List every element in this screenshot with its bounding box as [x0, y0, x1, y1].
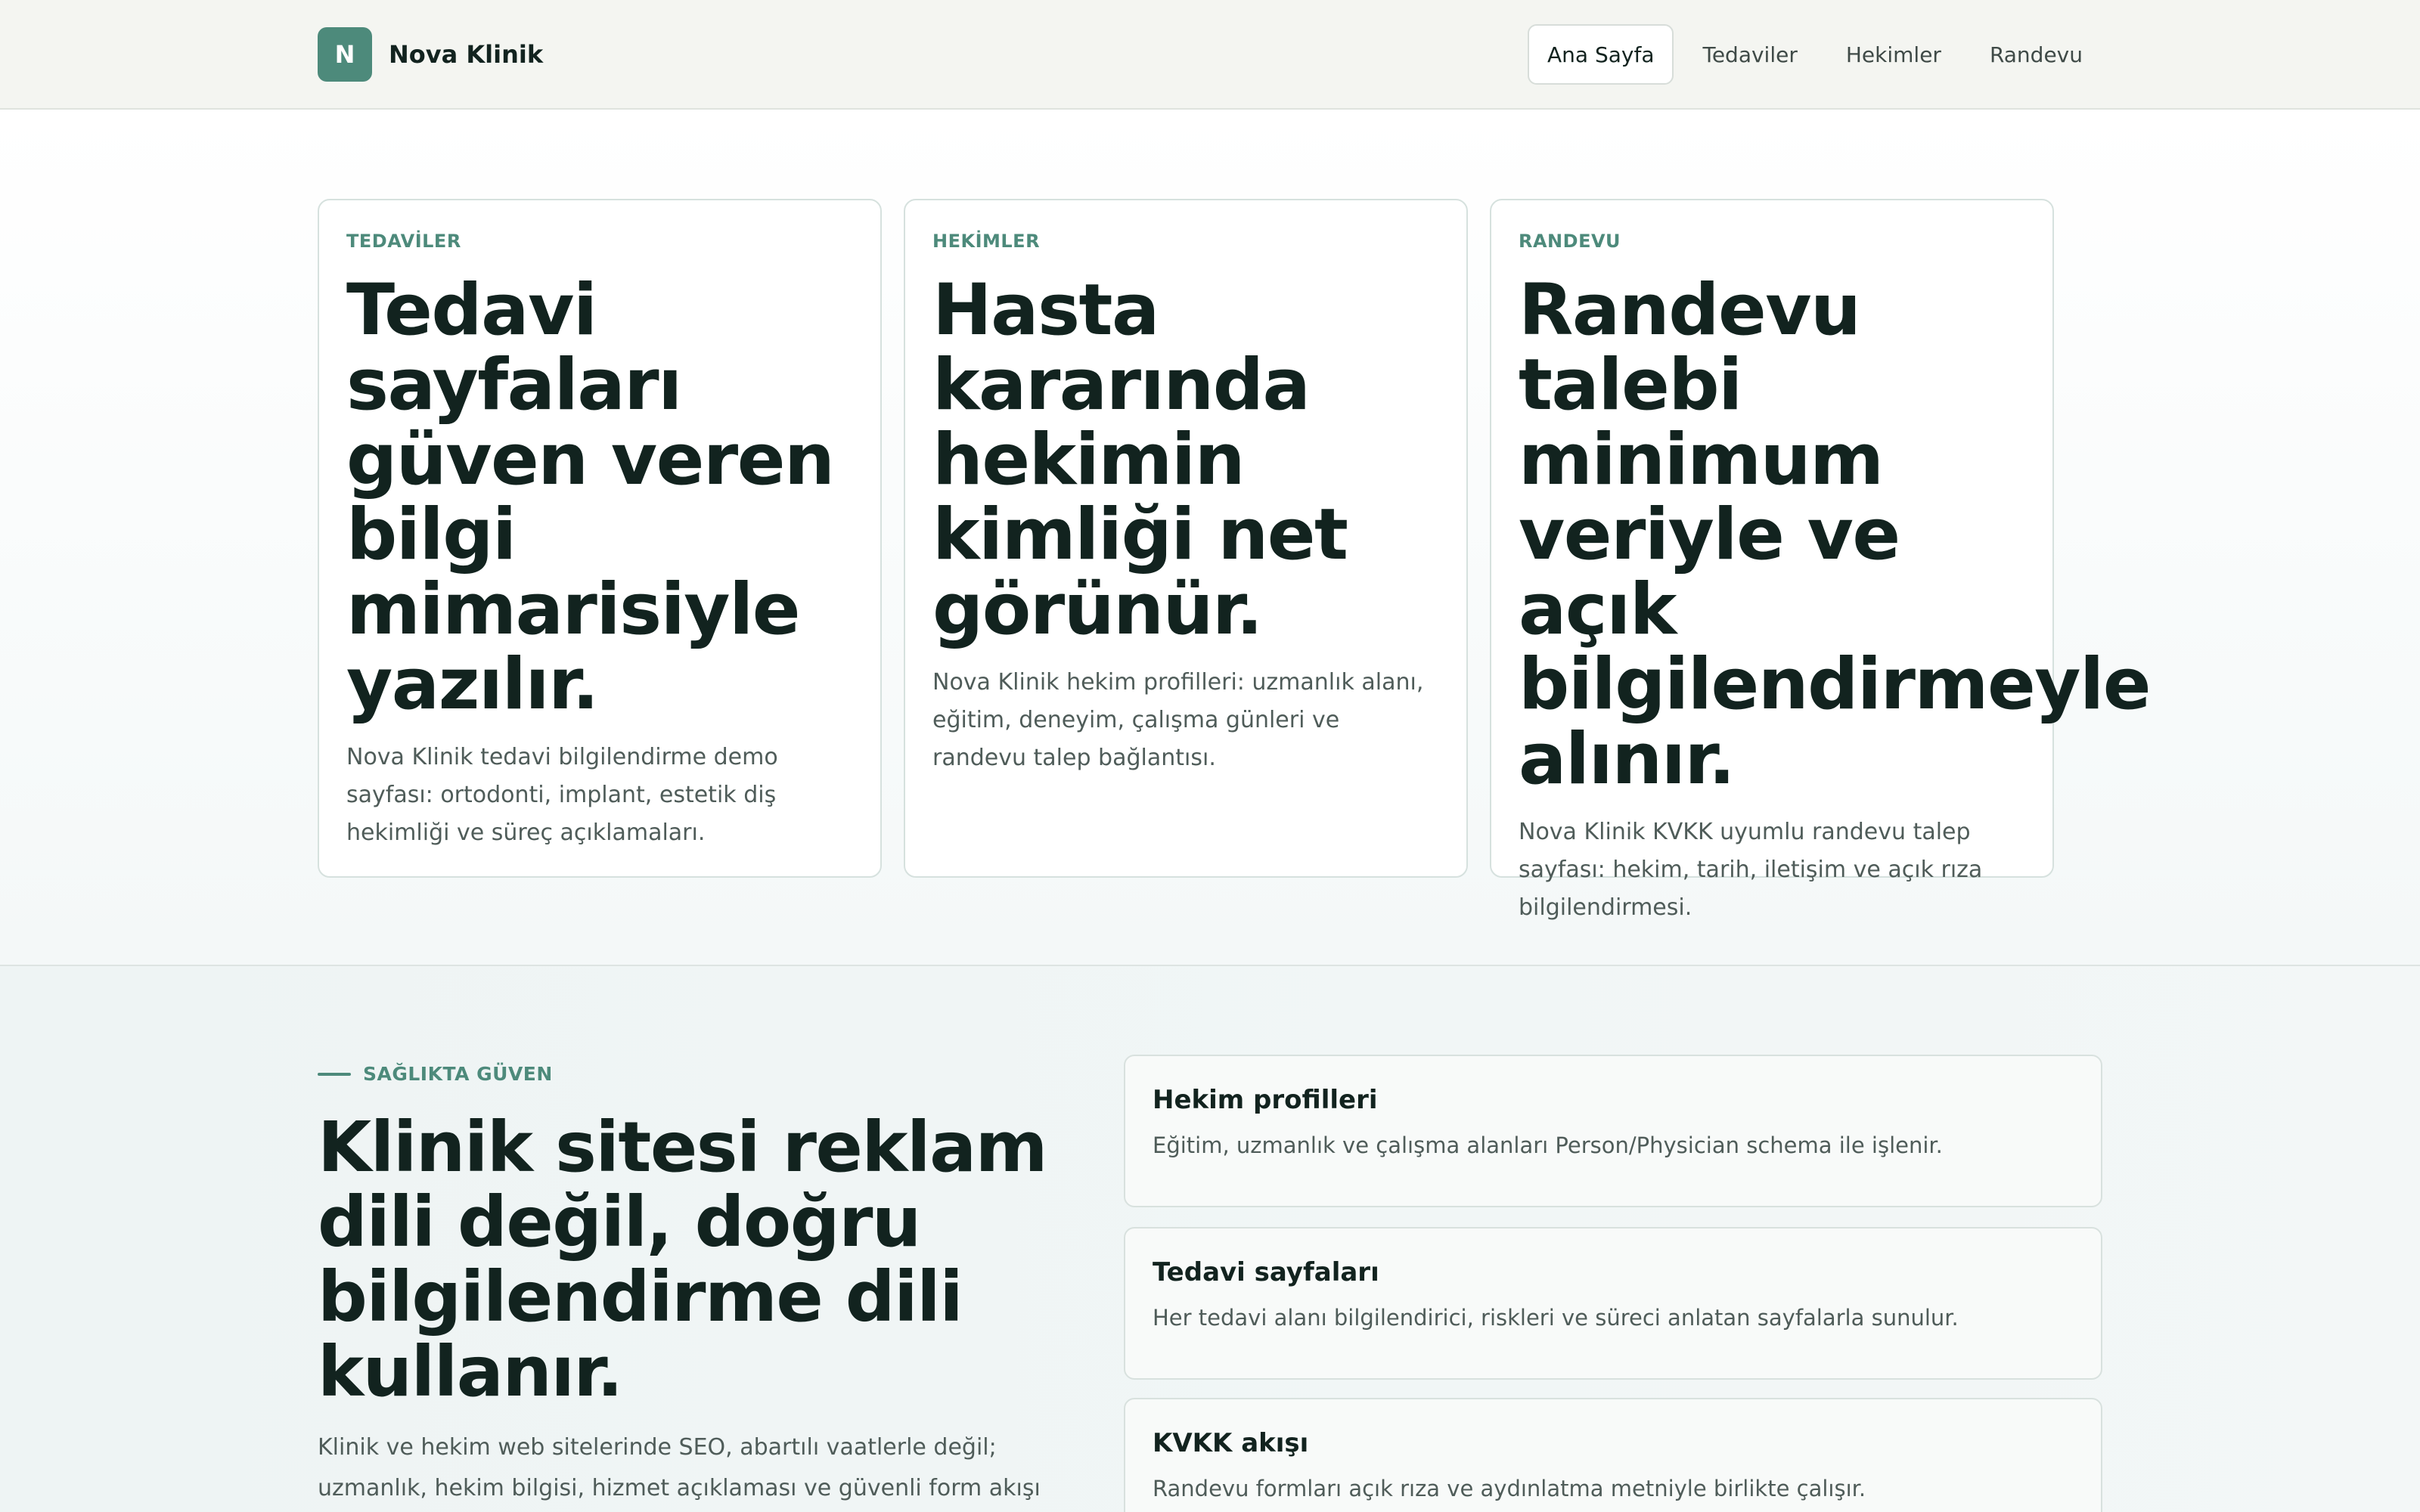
site-header: N Nova Klinik Ana Sayfa Tedaviler Hekiml… [0, 0, 2420, 110]
feature-hekim-profilleri: Hekim profilleri Eğitim, uzmanlık ve çal… [1124, 1055, 2102, 1207]
feature-tedavi-sayfalari: Tedavi sayfaları Her tedavi alanı bilgil… [1124, 1227, 2102, 1380]
brand-link[interactable]: N Nova Klinik [318, 27, 543, 82]
card-title: Tedavi sayfaları güven veren bilgi mimar… [346, 269, 835, 726]
card-tedaviler[interactable]: TEDAVİLER Tedavi sayfaları güven veren b… [318, 199, 882, 878]
logo-mark: N [318, 27, 372, 82]
card-kicker: HEKİMLER [932, 231, 1041, 252]
card-title: Hasta kararında hekimin kimliği net görü… [932, 269, 1348, 651]
card-randevu[interactable]: RANDEVU Randevu talebi minimum veriyle v… [1490, 199, 2151, 921]
section-eyebrow: SAĞLIKTA GÜVEN [318, 1063, 553, 1085]
nav-item-ana-sayfa[interactable]: Ana Sayfa [1528, 24, 1674, 85]
feature-title: Hekim profilleri [1153, 1085, 1378, 1115]
feature-text: Eğitim, uzmanlık ve çalışma alanları Per… [1153, 1132, 1943, 1158]
nav-item-hekimler[interactable]: Hekimler [1826, 24, 1961, 85]
hero-cards-section: TEDAVİLER Tedavi sayfaları güven veren b… [0, 110, 2420, 966]
brand-name: Nova Klinik [389, 40, 544, 69]
nav-item-tedaviler[interactable]: Tedaviler [1683, 24, 1817, 85]
section-title: Klinik sitesi reklam dili değil, doğru b… [318, 1107, 1048, 1412]
card-description: Nova Klinik tedavi bilgilendirme demo sa… [346, 744, 778, 846]
feature-text: Randevu formları açık rıza ve aydınlatma… [1153, 1476, 1866, 1501]
card-hekimler[interactable]: HEKİMLER Hasta kararında hekimin kimliği… [904, 199, 1468, 878]
card-description: Nova Klinik hekim profilleri: uzmanlık a… [932, 669, 1424, 771]
nav-item-randevu[interactable]: Randevu [1970, 24, 2102, 85]
feature-title: Tedavi sayfaları [1153, 1257, 1379, 1287]
eyebrow-label: SAĞLIKTA GÜVEN [363, 1063, 553, 1085]
section-text: Klinik ve hekim web sitelerinde SEO, aba… [318, 1434, 1041, 1501]
feature-kvkk-akisi: KVKK akışı Randevu formları açık rıza ve… [1124, 1398, 2102, 1512]
feature-text: Her tedavi alanı bilgilendirici, riskler… [1153, 1305, 1959, 1331]
card-description: Nova Klinik KVKK uyumlu randevu talep sa… [1519, 819, 1983, 921]
trust-section: SAĞLIKTA GÜVEN Klinik sitesi reklam dili… [0, 966, 2420, 1512]
main-nav: Ana Sayfa Tedaviler Hekimler Randevu [1519, 24, 2102, 85]
eyebrow-line [318, 1072, 351, 1076]
card-title: Randevu talebi minimum veriyle ve açık b… [1519, 269, 2151, 801]
card-kicker: TEDAVİLER [346, 231, 461, 252]
card-kicker: RANDEVU [1519, 231, 1621, 252]
feature-title: KVKK akışı [1153, 1428, 1309, 1458]
